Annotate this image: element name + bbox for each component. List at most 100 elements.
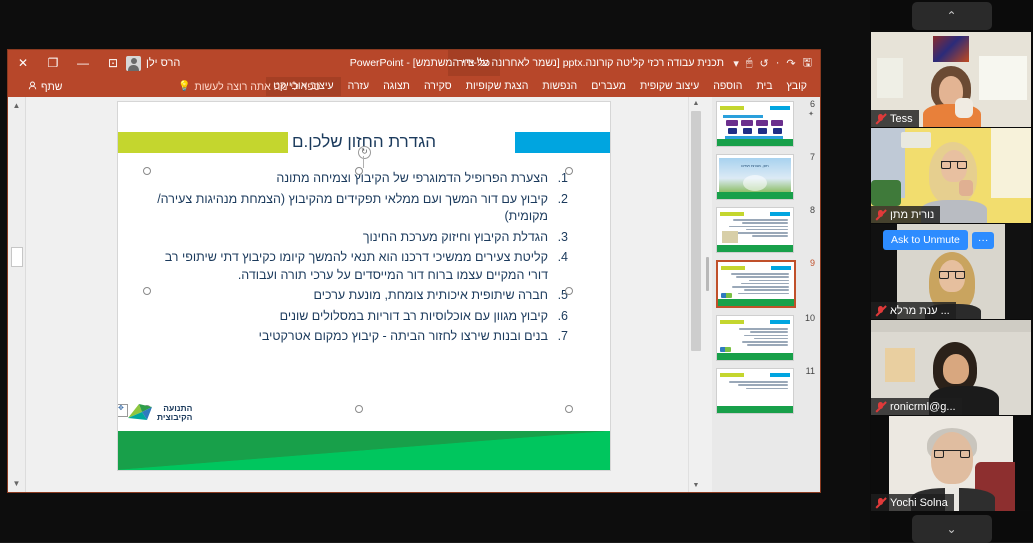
tab-home[interactable]: בית	[749, 77, 779, 96]
restore-icon[interactable]: ❐	[38, 50, 68, 76]
resize-handle-top-right[interactable]	[565, 167, 573, 175]
slide-footer-band	[118, 431, 610, 470]
kibbutz-movement-logo[interactable]: התנועה הקיבוצית	[118, 402, 192, 424]
thumbnail-number: 9	[809, 258, 815, 268]
scroll-up-icon[interactable]: ▲	[11, 100, 22, 111]
zoom-participant-panel: ⌃ Tess נורית מתן Ask to Unmute ··· ענת מ…	[870, 0, 1033, 543]
list-item[interactable]: קליטת צעירים ממשיכי דרכנו הוא תנאי להמשך…	[146, 249, 568, 284]
list-item[interactable]: קיבוץ מגוון עם אוכלוסיות רב דוריות במסלו…	[146, 308, 568, 326]
participant-tile[interactable]: Yochi Solna	[871, 416, 1031, 511]
resize-handle-top-left[interactable]	[143, 167, 151, 175]
tab-design[interactable]: עיצוב שקופית	[633, 77, 706, 96]
close-icon[interactable]: ✕	[8, 50, 38, 76]
resize-handle-middle-right[interactable]	[565, 287, 573, 295]
document-title: תכנית עבודה רכזי קליטה קורונה.pptx [נשמר…	[349, 57, 724, 69]
tab-review[interactable]: סקירה	[417, 77, 459, 96]
mic-muted-icon	[875, 209, 886, 221]
participant-name: Tess	[890, 112, 913, 125]
tab-animations[interactable]: הנפשות	[535, 77, 584, 96]
mini-text-lines	[722, 381, 788, 391]
current-slide[interactable]: הגדרת החזון שלכן.ם ↻ הצערת הפרופיל הדמוג…	[118, 102, 610, 470]
slide-thumbnail[interactable]: חזון , מטרות ויעדים	[716, 154, 794, 200]
lightbulb-icon: 💡	[178, 81, 191, 92]
participant-name: ronicrml@g...	[890, 400, 956, 413]
scrollbar-thumb[interactable]	[691, 111, 701, 351]
participant-tile[interactable]: נורית מתן	[871, 128, 1031, 223]
tell-me-search[interactable]: ספר לי מה אתה רוצה לעשות 💡	[178, 76, 320, 97]
animation-star-icon: ✦	[808, 111, 814, 118]
slide-thumbnail-selected[interactable]	[716, 260, 796, 308]
slide-thumbnail[interactable]	[716, 101, 794, 147]
thumbnail-number: 10	[804, 313, 815, 323]
more-options-button[interactable]: ···	[971, 231, 995, 249]
window-controls: ✕ ❐ — ⊡	[8, 50, 128, 76]
list-item[interactable]: חברה שיתופית איכותית צומחת, מונעת ערכים	[146, 287, 568, 305]
slide-thumbnail-pane[interactable]: 6 ✦ חזון , מטרות ויעדים 7 8 9 10 11	[712, 97, 820, 492]
mini-footer	[717, 139, 793, 146]
thumbnail-row[interactable]: 8	[712, 205, 820, 253]
thumbnail-row[interactable]: 10	[712, 313, 820, 361]
scroll-up-chevron-icon[interactable]: ⌃	[911, 2, 992, 30]
slide-thumbnail[interactable]	[716, 315, 794, 361]
mic-muted-icon	[875, 497, 886, 509]
thumbnail-row[interactable]: 11	[712, 366, 820, 414]
undo-icon[interactable]: ↺	[760, 57, 769, 70]
list-item[interactable]: בנים ובנות שירצו לחזור הביתה - קיבוץ כמק…	[146, 328, 568, 346]
participant-name-badge: ronicrml@g...	[871, 398, 962, 415]
mini-footer	[717, 245, 793, 252]
resize-handle-top-center[interactable]	[355, 167, 363, 175]
participant-tile[interactable]: Ask to Unmute ··· ענת מרלא ...	[871, 224, 1031, 319]
customize-qat-icon[interactable]: ▾	[733, 57, 739, 70]
tab-transitions[interactable]: מעברים	[584, 77, 633, 96]
participant-tile[interactable]: ronicrml@g...	[871, 320, 1031, 415]
ask-to-unmute-group[interactable]: Ask to Unmute ···	[883, 230, 995, 250]
participant-name: Yochi Solna	[890, 496, 948, 509]
body-placeholder[interactable]: הצערת הפרופיל הדמוגרפי של הקיבוץ וצמיחה …	[143, 167, 573, 413]
tab-file[interactable]: קובץ	[780, 77, 815, 96]
participant-tile[interactable]: Tess	[871, 32, 1031, 127]
scroll-down-chevron-icon[interactable]: ⌄	[911, 515, 992, 543]
thumbnail-row[interactable]: חזון , מטרות ויעדים 7	[712, 152, 820, 200]
rotate-handle-icon[interactable]: ↻	[358, 146, 371, 159]
ask-to-unmute-button[interactable]: Ask to Unmute	[883, 230, 968, 250]
list-item[interactable]: הצערת הפרופיל הדמוגרפי של הקיבוץ וצמיחה …	[146, 170, 568, 188]
canvas-vertical-scrollbar[interactable]: ▲ ▼	[688, 97, 703, 492]
slide-thumbnail[interactable]	[716, 368, 794, 414]
thumbnail-row[interactable]: 9	[712, 258, 820, 308]
account-area[interactable]: הרס ילן	[126, 50, 180, 76]
mic-muted-icon	[875, 305, 886, 317]
scroll-down-icon[interactable]: ▼	[689, 479, 703, 492]
list-item[interactable]: הגדלת הקיבוץ וחיזוק מערכת החינוך	[146, 229, 568, 247]
mini-box	[773, 128, 782, 134]
pane-splitter[interactable]	[703, 97, 712, 492]
list-item[interactable]: קיבוץ עם דור המשך ועם ממלאי תפקידים מהקי…	[146, 191, 568, 226]
ribbon-display-options-icon[interactable]: ⊡	[98, 50, 128, 76]
tab-view[interactable]: תצוגה	[376, 77, 417, 96]
mini-box	[728, 128, 737, 134]
mini-logo	[721, 292, 732, 298]
minimize-icon[interactable]: —	[68, 50, 98, 76]
resize-handle-middle-left[interactable]	[143, 287, 151, 295]
resize-handle-bottom-center[interactable]	[355, 405, 363, 413]
tab-slideshow[interactable]: הצגת שקופיות	[459, 77, 536, 96]
tab-help[interactable]: עזרה	[341, 77, 376, 96]
thumbnail-row[interactable]: 6 ✦	[712, 99, 820, 147]
participant-name-badge: Tess	[871, 110, 919, 127]
touch-mode-icon[interactable]: 🖱	[746, 57, 753, 70]
thumbnail-number: 8	[809, 205, 815, 215]
scroll-down-icon[interactable]: ▼	[11, 478, 22, 489]
tell-me-label: ספר לי מה אתה רוצה לעשות	[194, 80, 321, 93]
slide-thumbnail[interactable]	[716, 207, 794, 253]
mini-globe	[743, 175, 767, 191]
share-button[interactable]: שתף	[28, 76, 62, 97]
redo-icon[interactable]: ↷	[786, 57, 795, 70]
slide-canvas-area[interactable]: הגדרת החזון שלכן.ם ↻ הצערת הפרופיל הדמוג…	[26, 97, 703, 492]
mini-footer	[717, 406, 793, 413]
mini-title-bar	[720, 212, 790, 216]
collapsed-pane-handle[interactable]	[11, 247, 23, 267]
save-icon[interactable]: 🖫	[803, 54, 812, 73]
scroll-up-icon[interactable]: ▲	[689, 97, 703, 110]
resize-handle-bottom-right[interactable]	[565, 405, 573, 413]
tab-insert[interactable]: הוספה	[706, 77, 749, 96]
mini-footer	[717, 192, 793, 199]
